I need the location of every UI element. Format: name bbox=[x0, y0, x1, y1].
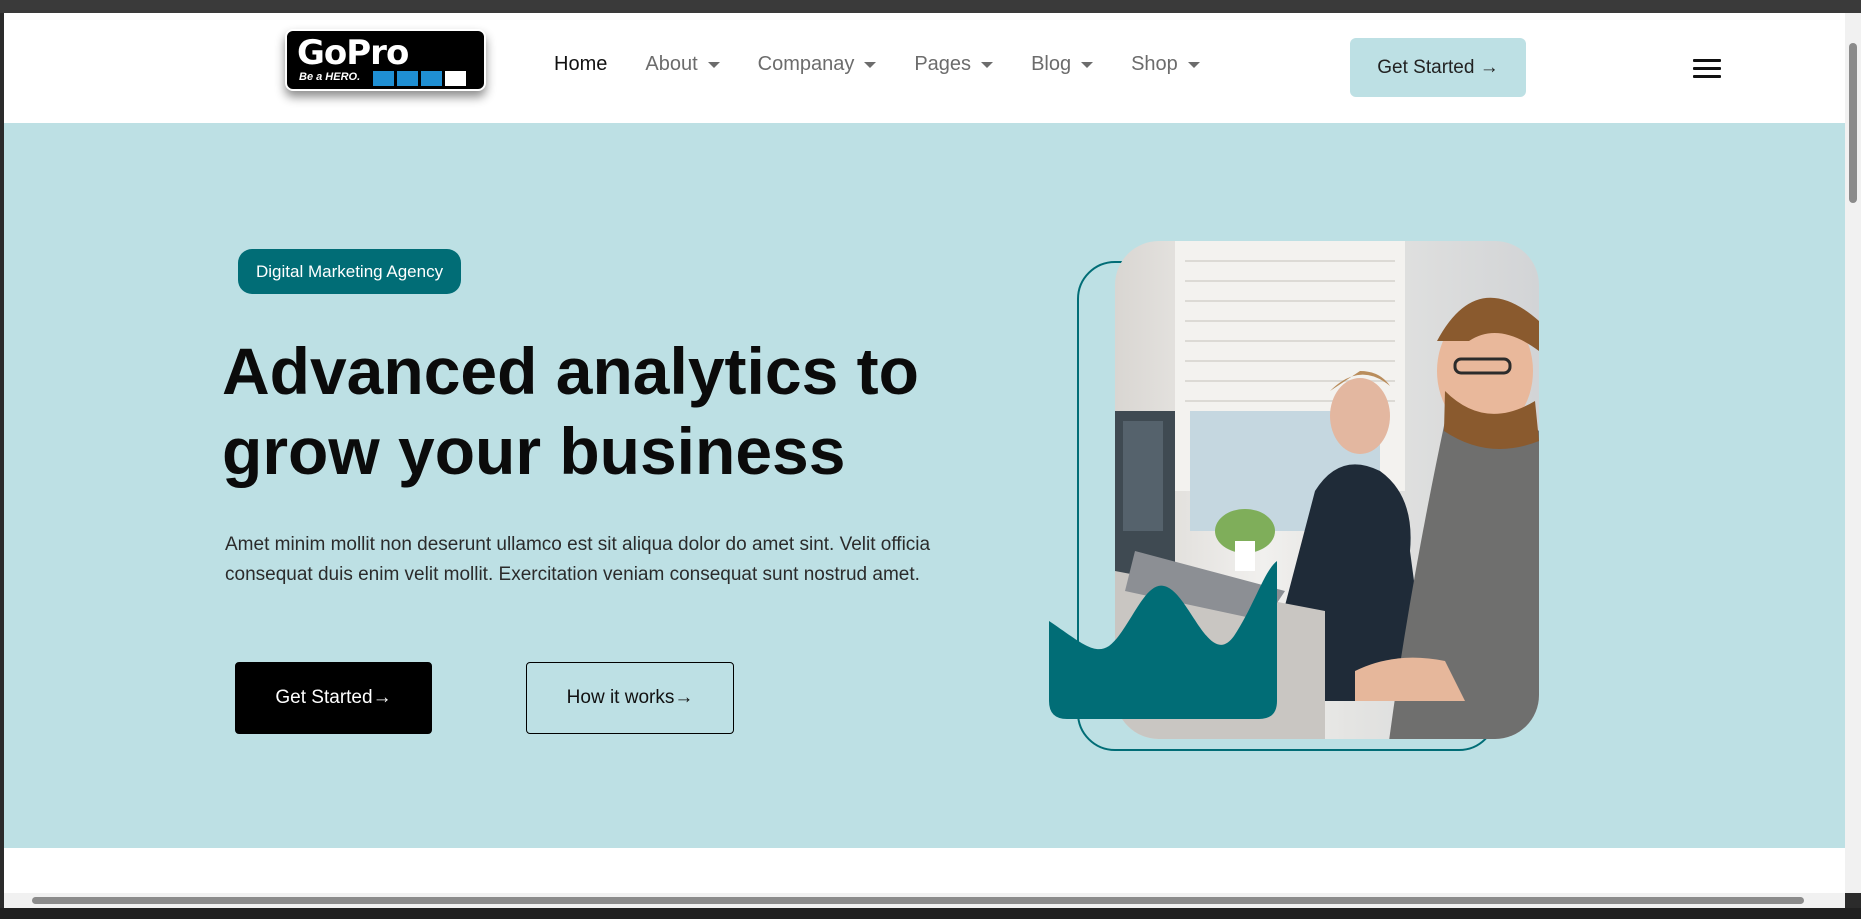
nav-item-home[interactable]: Home bbox=[554, 53, 607, 76]
hero-section: Digital Marketing Agency Advanced analyt… bbox=[4, 123, 1845, 848]
logo-text: GoPro bbox=[297, 33, 409, 73]
nav-item-label: Blog bbox=[1031, 53, 1072, 75]
navbar: GoPro Be a HERO. Home About Companay Pag… bbox=[4, 13, 1845, 123]
logo-square bbox=[373, 71, 394, 86]
browser-top-strip bbox=[0, 0, 1861, 13]
page-viewport: GoPro Be a HERO. Home About Companay Pag… bbox=[4, 13, 1845, 895]
hero-title-line: Advanced analytics to bbox=[222, 334, 919, 408]
hero-description-line: consequat duis enim velit mollit. Exerci… bbox=[225, 564, 920, 585]
nav-get-started-button[interactable]: Get Started → bbox=[1350, 38, 1526, 97]
logo-square bbox=[397, 71, 418, 86]
get-started-button[interactable]: Get Started→ bbox=[235, 662, 432, 734]
brand-logo[interactable]: GoPro Be a HERO. bbox=[285, 29, 486, 91]
nav-item-label: Pages bbox=[914, 53, 972, 75]
hero-description: Amet minim mollit non deserunt ullamco e… bbox=[225, 530, 1005, 590]
logo-tagline: Be a HERO. bbox=[299, 71, 361, 83]
vertical-scrollbar-thumb[interactable] bbox=[1849, 43, 1857, 203]
how-it-works-button[interactable]: How it works→ bbox=[526, 662, 734, 734]
logo-square bbox=[421, 71, 442, 86]
browser-bottom-strip bbox=[0, 908, 1861, 919]
caret-down-icon bbox=[707, 61, 720, 68]
wave-chart-shape bbox=[1049, 561, 1277, 719]
caret-down-icon bbox=[1081, 61, 1094, 68]
vertical-scrollbar[interactable] bbox=[1845, 13, 1861, 893]
nav-item-label: About bbox=[645, 53, 698, 75]
hero-description-line: Amet minim mollit non deserunt ullamco e… bbox=[225, 534, 931, 555]
nav-item-label: Home bbox=[554, 53, 608, 75]
nav-item-about[interactable]: About bbox=[645, 53, 720, 76]
hero-illustration bbox=[1049, 241, 1549, 771]
nav-item-label: Companay bbox=[757, 53, 855, 75]
nav-item-label: Shop bbox=[1131, 53, 1178, 75]
caret-down-icon bbox=[1187, 61, 1200, 68]
hero-title: Advanced analytics to grow your business bbox=[222, 331, 942, 491]
nav-item-pages[interactable]: Pages bbox=[914, 53, 994, 76]
main-nav: Home About Companay Pages Blog Shop bbox=[554, 53, 1238, 76]
nav-item-blog[interactable]: Blog bbox=[1031, 53, 1094, 76]
horizontal-scrollbar-thumb[interactable] bbox=[32, 897, 1804, 904]
logo-square bbox=[445, 71, 466, 86]
hero-title-line: grow your business bbox=[222, 414, 846, 488]
caret-down-icon bbox=[981, 61, 994, 68]
hamburger-icon[interactable] bbox=[1693, 59, 1721, 81]
hero-badge: Digital Marketing Agency bbox=[238, 249, 462, 294]
horizontal-scrollbar[interactable] bbox=[4, 893, 1845, 908]
caret-down-icon bbox=[864, 61, 877, 68]
nav-item-shop[interactable]: Shop bbox=[1131, 53, 1200, 76]
nav-item-companay[interactable]: Companay bbox=[758, 53, 877, 76]
